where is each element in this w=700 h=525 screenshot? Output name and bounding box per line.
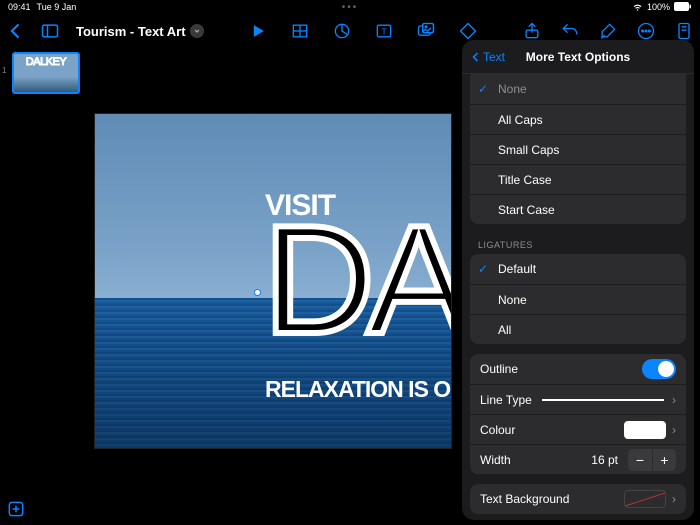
battery-icon <box>674 2 692 13</box>
ligatures-group: ✓ Default None All <box>470 254 686 344</box>
table-insert-icon[interactable] <box>290 21 310 41</box>
width-decrease-button[interactable]: − <box>628 449 652 471</box>
document-options-icon[interactable] <box>674 21 694 41</box>
ligatures-option-none[interactable]: None <box>470 284 686 314</box>
chevron-right-icon: › <box>672 423 676 437</box>
width-stepper: − + <box>628 449 676 471</box>
caps-option-smallcaps[interactable]: Small Caps <box>470 134 686 164</box>
media-insert-icon[interactable] <box>416 21 436 41</box>
text-background-group: Text Background › <box>470 484 686 514</box>
slide-canvas[interactable]: VISIT DALKEY RELAXATION IS ON THE HORIZO… <box>94 113 452 449</box>
outline-group: Outline Line Type › Colour › Width 16 pt… <box>470 354 686 474</box>
chevron-down-icon <box>190 24 204 38</box>
caps-option-none[interactable]: ✓ None <box>470 74 686 104</box>
slide-navigator: 1 DALKEY <box>0 48 84 525</box>
chart-insert-icon[interactable] <box>332 21 352 41</box>
popover-title: More Text Options <box>526 50 630 64</box>
selection-handle[interactable] <box>254 289 261 296</box>
text-background-row[interactable]: Text Background › <box>470 484 686 514</box>
outline-switch[interactable] <box>642 359 676 379</box>
background-swatch-none[interactable] <box>624 490 666 508</box>
add-slide-button[interactable] <box>6 499 26 519</box>
share-icon[interactable] <box>522 21 542 41</box>
back-button[interactable] <box>6 21 26 41</box>
ligatures-header: Ligatures <box>462 234 694 254</box>
capitalization-group: ✓ None All Caps Small Caps Title Case St… <box>470 74 686 224</box>
battery-percent: 100% <box>647 2 670 12</box>
home-indicator-dots: ••• <box>342 2 359 13</box>
caps-option-allcaps[interactable]: All Caps <box>470 104 686 134</box>
popover-back-button[interactable]: Text <box>470 50 505 64</box>
slide-thumbnail-1[interactable]: DALKEY <box>12 52 80 94</box>
text-insert-icon[interactable]: T <box>374 21 394 41</box>
ligatures-option-default[interactable]: ✓ Default <box>470 254 686 284</box>
sidebar-toggle-icon[interactable] <box>40 21 60 41</box>
outline-colour-row[interactable]: Colour › <box>470 414 686 444</box>
format-brush-icon[interactable] <box>598 21 618 41</box>
status-date: Tue 9 Jan <box>37 2 77 12</box>
document-title-menu[interactable]: Tourism - Text Art <box>76 24 204 39</box>
wifi-icon <box>632 1 643 14</box>
width-value: 16 pt <box>591 453 624 467</box>
width-increase-button[interactable]: + <box>652 449 676 471</box>
undo-icon[interactable] <box>560 21 580 41</box>
caps-option-startcase[interactable]: Start Case <box>470 194 686 224</box>
text-main[interactable]: DALKEY <box>263 210 452 350</box>
caps-option-titlecase[interactable]: Title Case <box>470 164 686 194</box>
chevron-right-icon: › <box>672 393 676 407</box>
text-tagline[interactable]: RELAXATION IS ON THE HORIZON <box>265 379 452 400</box>
ligatures-option-all[interactable]: All <box>470 314 686 344</box>
line-sample <box>542 399 664 401</box>
outline-linetype-row[interactable]: Line Type › <box>470 384 686 414</box>
more-icon[interactable] <box>636 21 656 41</box>
outline-width-row: Width 16 pt − + <box>470 444 686 474</box>
more-text-options-popover: Text More Text Options ✓ None All Caps S… <box>462 40 694 520</box>
colour-swatch[interactable] <box>624 421 666 439</box>
chevron-right-icon: › <box>672 492 676 506</box>
shape-insert-icon[interactable] <box>458 21 478 41</box>
outline-toggle-row[interactable]: Outline <box>470 354 686 384</box>
document-title: Tourism - Text Art <box>76 24 186 39</box>
checkmark-icon: ✓ <box>478 82 488 96</box>
slide-number: 1 <box>2 66 6 75</box>
status-time: 09:41 <box>8 2 31 12</box>
svg-text:T: T <box>381 26 386 36</box>
play-button[interactable] <box>248 21 268 41</box>
checkmark-icon: ✓ <box>478 262 488 276</box>
